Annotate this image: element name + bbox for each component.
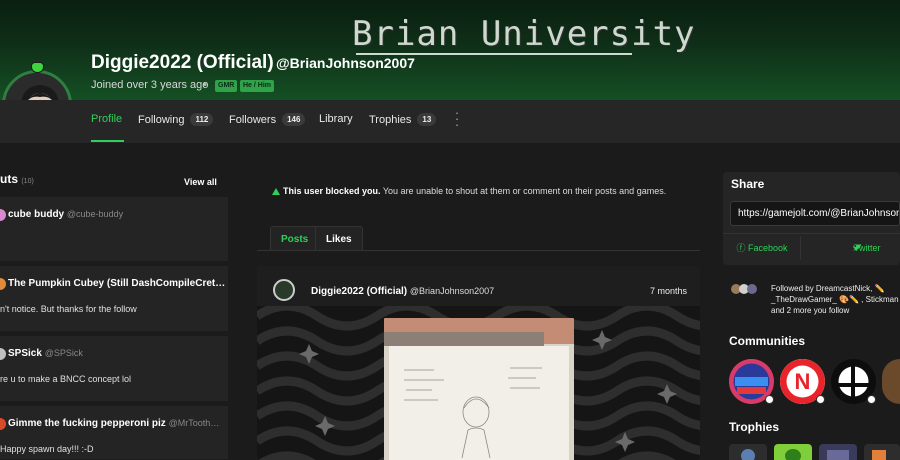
trophy-item[interactable] bbox=[729, 444, 767, 460]
followers-count: 146 bbox=[282, 113, 306, 126]
warning-icon bbox=[272, 188, 280, 195]
share-twitter-button[interactable]: Twitter bbox=[830, 236, 900, 260]
post-author-avatar[interactable] bbox=[273, 279, 295, 301]
blocked-notice-text: You are unable to shout at them or comme… bbox=[380, 186, 667, 196]
share-title: Share bbox=[731, 177, 765, 191]
community-partial[interactable] bbox=[882, 359, 900, 404]
shout-body: n't notice. But thanks for the follow bbox=[0, 304, 137, 314]
trophy-item[interactable] bbox=[864, 444, 900, 460]
shout-avatar[interactable] bbox=[0, 278, 6, 290]
shout-body: re u to make a BNCC concept lol bbox=[0, 374, 132, 384]
profile-tab-bar bbox=[0, 100, 900, 143]
tab-followers-label: Followers bbox=[229, 114, 277, 126]
follower-avatar bbox=[747, 284, 757, 294]
shout-author[interactable]: SPSick @SPSick bbox=[8, 348, 83, 359]
post-timestamp[interactable]: 7 months bbox=[650, 286, 687, 296]
active-tab-indicator bbox=[91, 140, 124, 142]
share-url-field[interactable]: https://gamejolt.com/@BrianJohnson2007 bbox=[730, 201, 900, 226]
tag-gmr: GMR bbox=[215, 80, 238, 92]
svg-text:N: N bbox=[795, 369, 811, 394]
tab-trophies-label: Trophies bbox=[369, 114, 412, 126]
communities-title: Communities bbox=[729, 334, 806, 348]
blocked-notice-strong: This user blocked you. bbox=[283, 186, 381, 196]
joined-date: Joined over 3 years ago bbox=[91, 79, 209, 91]
shout-avatar[interactable] bbox=[0, 418, 6, 430]
shout-author-handle: @MrTooth… bbox=[168, 418, 220, 428]
trophy-item[interactable] bbox=[774, 444, 812, 460]
banner-title: Brian University bbox=[352, 14, 696, 54]
profile-display-name: Diggie2022 (Official) bbox=[91, 52, 274, 73]
separator-dot: • bbox=[203, 79, 207, 91]
verified-check-icon bbox=[867, 395, 876, 404]
shout-author[interactable]: cube buddy @cube-buddy bbox=[8, 209, 123, 220]
profile-handle: @BrianJohnson2007 bbox=[276, 55, 415, 71]
tab-trophies[interactable]: Trophies 13 bbox=[369, 113, 437, 126]
list-item: cube buddy @cube-buddy bbox=[0, 197, 228, 262]
list-item: The Pumpkin Cubey (Still DashCompileCret… bbox=[0, 266, 228, 332]
shout-author-name: cube buddy bbox=[8, 209, 65, 220]
post-card[interactable]: Diggie2022 (Official) @BrianJohnson2007 … bbox=[257, 266, 700, 460]
trophy-item[interactable] bbox=[819, 444, 857, 460]
tab-profile-label: Profile bbox=[91, 113, 123, 125]
verified-check-icon bbox=[765, 395, 774, 404]
shout-author-name: SPSick bbox=[8, 348, 42, 359]
post-author-name: Diggie2022 (Official) bbox=[311, 286, 408, 297]
post-image[interactable] bbox=[384, 318, 574, 460]
followed-by-text[interactable]: Followed by DreamcastNick, ✏️ _TheDrawGa… bbox=[771, 283, 900, 316]
shout-avatar[interactable] bbox=[0, 348, 6, 360]
trophies-title: Trophies bbox=[729, 420, 780, 434]
tab-profile[interactable]: Profile bbox=[91, 113, 122, 125]
following-count: 112 bbox=[190, 113, 214, 126]
facebook-label: Facebook bbox=[748, 243, 788, 253]
post-author[interactable]: Diggie2022 (Official) @BrianJohnson2007 bbox=[311, 286, 494, 297]
shout-avatar[interactable] bbox=[0, 209, 6, 221]
shout-author-handle: @SPSick bbox=[44, 348, 83, 358]
trophy-icon bbox=[827, 450, 849, 460]
verified-check-icon bbox=[816, 395, 825, 404]
shout-author-name: Gimme the fucking pepperoni piz bbox=[8, 418, 166, 429]
followed-by-avatars[interactable] bbox=[731, 284, 759, 294]
avatar-frog-badge-icon bbox=[31, 62, 44, 73]
share-facebook-button[interactable]: ⓕ Facebook bbox=[724, 236, 800, 260]
facebook-icon: ⓕ bbox=[736, 243, 746, 253]
share-button-divider bbox=[800, 236, 801, 260]
shouts-count: (10) bbox=[21, 178, 34, 185]
post-tabs-divider bbox=[257, 250, 700, 251]
trophy-icon bbox=[785, 449, 801, 460]
tab-following-label: Following bbox=[138, 114, 185, 126]
more-options-icon[interactable]: · · · bbox=[454, 106, 460, 131]
share-divider bbox=[723, 233, 900, 234]
tab-likes[interactable]: Likes bbox=[315, 226, 363, 251]
shout-author-handle: @cube-buddy bbox=[66, 209, 124, 219]
trophy-icon bbox=[872, 450, 886, 460]
shout-body: Happy spawn day!!! :-D bbox=[0, 444, 94, 454]
shouts-title-text: uts bbox=[0, 172, 18, 186]
tag-pronouns: He / Him bbox=[240, 80, 275, 92]
shouts-title: uts (10) bbox=[0, 172, 34, 186]
shout-author[interactable]: The Pumpkin Cubey (Still DashCompileCret… bbox=[8, 278, 225, 289]
list-item: SPSick @SPSick re u to make a BNCC conce… bbox=[0, 336, 228, 402]
twitter-icon bbox=[853, 244, 861, 251]
blocked-notice: This user blocked you. You are unable to… bbox=[272, 186, 666, 196]
list-item: Gimme the fucking pepperoni piz @MrTooth… bbox=[0, 406, 228, 460]
tab-following[interactable]: Following 112 bbox=[138, 113, 214, 126]
tab-followers[interactable]: Followers 146 bbox=[229, 113, 306, 126]
tab-library[interactable]: Library bbox=[319, 113, 353, 125]
post-author-handle: @BrianJohnson2007 bbox=[409, 286, 495, 296]
tab-posts[interactable]: Posts bbox=[270, 226, 320, 251]
tab-library-label: Library bbox=[319, 113, 353, 125]
post-drawing-photo bbox=[384, 318, 574, 460]
view-all-shouts-link[interactable]: View all bbox=[184, 177, 217, 187]
shout-author[interactable]: Gimme the fucking pepperoni piz @MrTooth… bbox=[8, 418, 219, 429]
trophies-count: 13 bbox=[417, 113, 437, 126]
trophy-icon bbox=[741, 449, 755, 460]
